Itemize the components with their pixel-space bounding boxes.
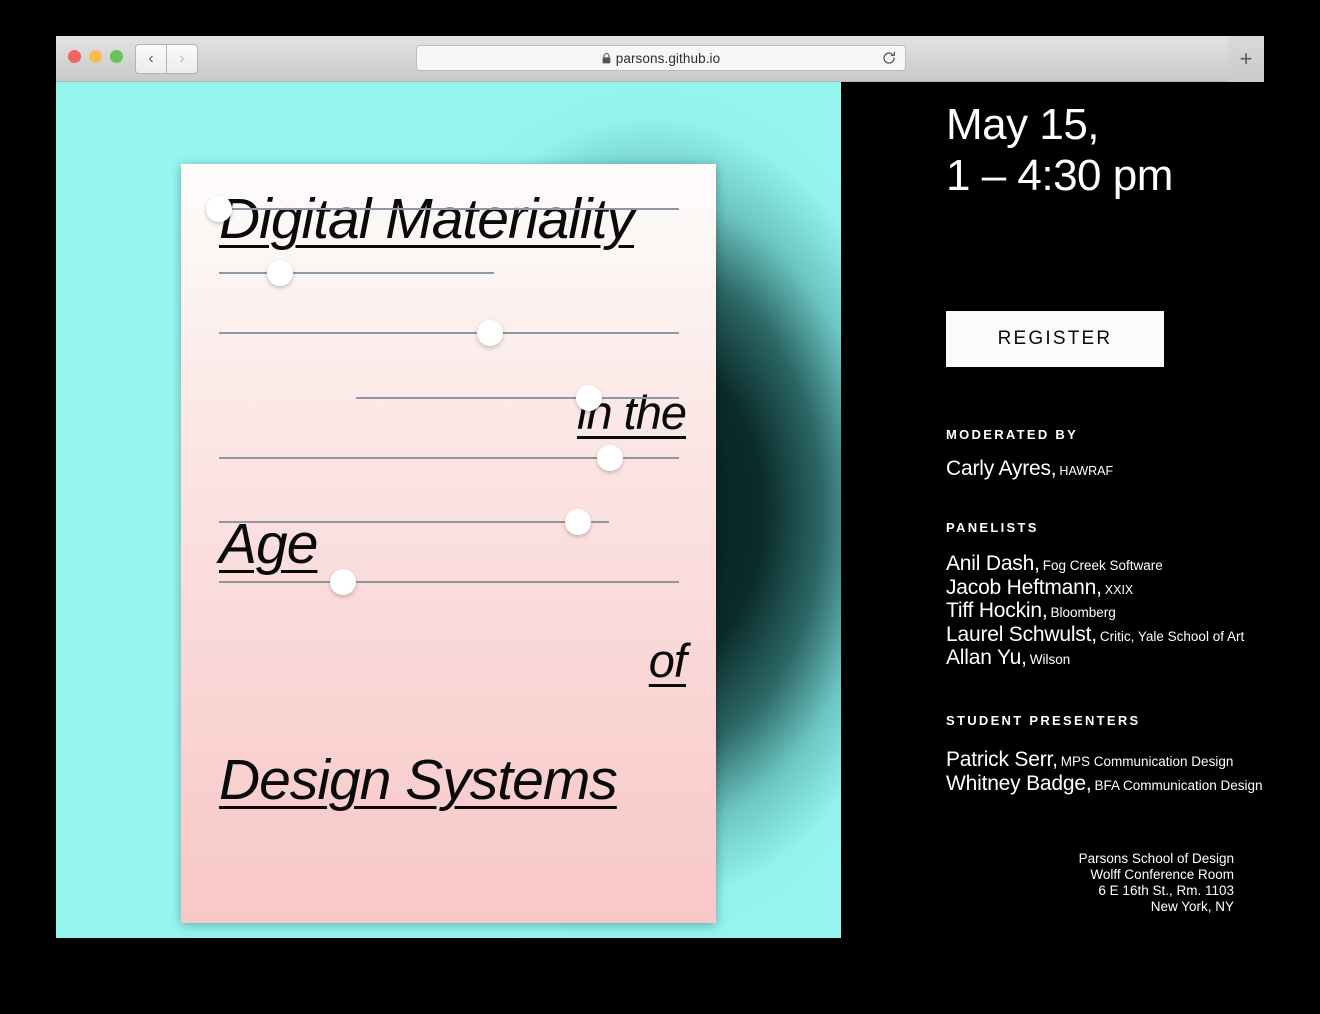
person-name: Allan Yu, <box>946 646 1027 670</box>
event-info-panel: May 15, 1 – 4:30 pm REGISTER MODERATED B… <box>841 82 1264 938</box>
slider-track <box>356 397 679 399</box>
register-button[interactable]: REGISTER <box>946 311 1164 367</box>
panelists-label: PANELISTS <box>946 520 1039 535</box>
browser-window: ‹ › parsons.github.io + Digital Material… <box>56 36 1264 938</box>
person-name: Tiff Hockin, <box>946 599 1048 623</box>
slider-7[interactable] <box>219 569 679 595</box>
slider-track <box>219 208 679 210</box>
navigation-buttons: ‹ › <box>135 44 198 74</box>
window-controls <box>68 50 123 63</box>
person-affiliation: Fog Creek Software <box>1042 558 1163 573</box>
person-name: Carly Ayres, <box>946 457 1057 480</box>
browser-toolbar: ‹ › parsons.github.io + <box>56 36 1264 82</box>
poster-design-line: Design Systems <box>219 748 618 812</box>
slider-track <box>219 332 679 334</box>
forward-button[interactable]: › <box>167 44 198 74</box>
person-row: Patrick Serr, MPS Communication Design <box>946 748 1263 772</box>
moderator-list: Carly Ayres, HAWRAF <box>946 457 1113 481</box>
slider-knob[interactable] <box>575 385 602 411</box>
slider-3[interactable] <box>219 320 679 346</box>
url-host: parsons.github.io <box>615 50 721 66</box>
person-affiliation: BFA Communication Design <box>1094 777 1263 793</box>
lock-icon <box>602 52 611 67</box>
person-affiliation: MPS Communication Design <box>1060 754 1234 769</box>
slider-track <box>219 581 679 583</box>
person-affiliation: HAWRAF <box>1059 464 1114 478</box>
slider-knob[interactable] <box>330 569 357 595</box>
poster-stage: Digital Materiality in the Age of Design… <box>56 82 841 938</box>
slider-knob[interactable] <box>477 320 504 346</box>
maximize-window-button[interactable] <box>110 50 123 63</box>
url-text: parsons.github.io <box>602 51 721 66</box>
slider-4[interactable] <box>356 385 679 411</box>
address-bar[interactable]: parsons.github.io <box>416 45 906 71</box>
slider-track <box>219 521 609 523</box>
person-name: Whitney Badge, <box>946 771 1092 795</box>
close-window-button[interactable] <box>68 50 81 63</box>
slider-track <box>219 272 494 274</box>
person-row: Carly Ayres, HAWRAF <box>946 457 1113 481</box>
person-affiliation: XXIX <box>1104 582 1134 597</box>
moderated-by-label: MODERATED BY <box>946 427 1079 442</box>
person-name: Jacob Heftmann, <box>946 575 1102 599</box>
person-name: Anil Dash, <box>946 552 1040 575</box>
person-name: Laurel Schwulst, <box>946 622 1097 646</box>
venue-address: Parsons School of Design Wolff Conferenc… <box>1078 851 1234 915</box>
person-row: Laurel Schwulst, Critic, Yale School of A… <box>946 623 1244 647</box>
student-presenters-list: Patrick Serr, MPS Communication Design Whi… <box>946 748 1263 795</box>
person-name: Patrick Serr, <box>946 748 1058 771</box>
person-row: Anil Dash, Fog Creek Software <box>946 552 1244 576</box>
event-date: May 15, 1 – 4:30 pm <box>946 100 1173 201</box>
poster-of-line: of <box>648 634 687 687</box>
slider-6[interactable] <box>219 509 609 535</box>
slider-5[interactable] <box>219 445 679 471</box>
person-affiliation: Critic, Yale School of Art <box>1099 628 1245 644</box>
event-poster: Digital Materiality in the Age of Design… <box>181 164 716 923</box>
person-affiliation: Bloomberg <box>1050 605 1116 621</box>
minimize-window-button[interactable] <box>89 50 102 63</box>
student-presenters-label: STUDENT PRESENTERS <box>946 713 1141 728</box>
page-viewport: Digital Materiality in the Age of Design… <box>56 82 1264 938</box>
new-tab-button[interactable]: + <box>1228 36 1264 82</box>
person-row: Allan Yu, Wilson <box>946 646 1244 670</box>
person-row: Tiff Hockin, Bloomberg <box>946 599 1244 623</box>
slider-knob[interactable] <box>266 260 293 286</box>
slider-1[interactable] <box>206 196 679 222</box>
slider-knob[interactable] <box>206 196 232 222</box>
person-affiliation: Wilson <box>1029 652 1071 668</box>
slider-knob[interactable] <box>597 445 623 471</box>
panelists-list: Anil Dash, Fog Creek Software Jacob Heftma… <box>946 552 1244 670</box>
reload-icon[interactable] <box>881 50 897 66</box>
slider-knob[interactable] <box>564 509 591 535</box>
slider-2[interactable] <box>219 260 494 286</box>
person-row: Whitney Badge, BFA Communication Design <box>946 772 1263 796</box>
back-button[interactable]: ‹ <box>135 44 167 74</box>
person-row: Jacob Heftmann, XXIX <box>946 576 1244 600</box>
